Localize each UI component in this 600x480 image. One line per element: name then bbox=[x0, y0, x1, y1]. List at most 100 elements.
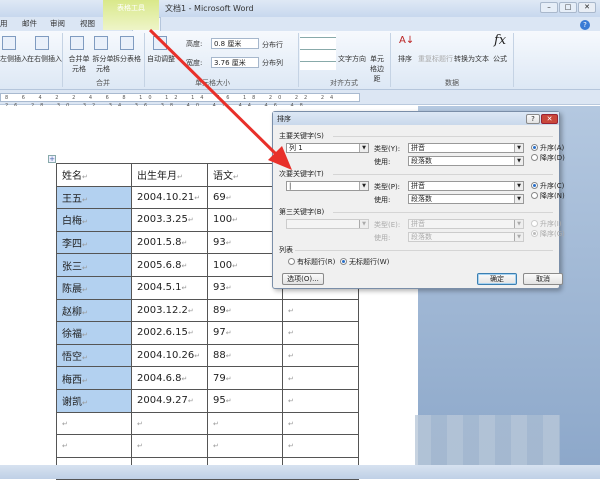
table-cell[interactable]: 王五↵ bbox=[56, 185, 132, 210]
primary-type-select[interactable]: 拼音 ▼ bbox=[408, 143, 524, 153]
tab-review[interactable]: 审阅 bbox=[50, 18, 65, 29]
third-key-select[interactable]: ▼ bbox=[286, 219, 369, 229]
table-cell[interactable]: 2003.12.2↵ bbox=[131, 298, 208, 323]
table-cell[interactable]: 梅西↵ bbox=[56, 366, 132, 390]
paragraph-mark: ↵ bbox=[232, 261, 238, 270]
has-header-radio[interactable] bbox=[288, 258, 295, 265]
distribute-rows-button[interactable]: 分布行 bbox=[262, 40, 283, 50]
distribute-cols-button[interactable]: 分布列 bbox=[262, 58, 283, 68]
cancel-button[interactable]: 取消 bbox=[523, 273, 563, 285]
table-cell[interactable]: 88↵ bbox=[207, 343, 283, 368]
third-type-select[interactable]: 拼音 ▼ bbox=[408, 219, 524, 229]
help-icon[interactable]: ? bbox=[580, 20, 590, 30]
table-cell[interactable]: ↵ bbox=[282, 434, 359, 458]
sort-button[interactable]: 排序 bbox=[398, 54, 412, 64]
table-cell[interactable]: 2004.5.1↵ bbox=[131, 275, 208, 300]
paragraph-mark: ↵ bbox=[82, 308, 88, 317]
primary-descending-radio[interactable] bbox=[531, 154, 538, 161]
width-input[interactable]: 3.76 厘米 bbox=[211, 57, 259, 68]
autofit-button[interactable]: 自动调整 bbox=[147, 54, 175, 64]
table-cell[interactable]: 2003.3.25↵ bbox=[131, 208, 208, 232]
tab-mailings[interactable]: 邮件 bbox=[22, 18, 37, 29]
dialog-help-button[interactable]: ? bbox=[526, 114, 540, 124]
primary-using-select[interactable]: 段落数 ▼ bbox=[408, 156, 524, 166]
table-cell[interactable]: 2004.9.27↵ bbox=[131, 388, 208, 413]
table-cell[interactable]: 2001.5.8↵ bbox=[131, 230, 208, 255]
tab-view[interactable]: 视图 bbox=[80, 18, 95, 29]
primary-ascending-radio[interactable] bbox=[531, 144, 538, 151]
table-cell[interactable]: 李四↵ bbox=[56, 230, 132, 255]
table-move-handle-icon[interactable]: + bbox=[48, 155, 56, 163]
table-cell[interactable]: 谢凯↵ bbox=[56, 388, 132, 413]
table-cell[interactable]: 白梅↵ bbox=[56, 208, 132, 232]
table-cell[interactable]: 赵柳↵ bbox=[56, 298, 132, 323]
table-cell[interactable]: 2004.10.21↵ bbox=[131, 185, 208, 210]
table-cell[interactable]: ↵ bbox=[282, 366, 359, 390]
repeat-header-button[interactable]: 重复标题行 bbox=[418, 54, 453, 64]
secondary-using-select[interactable]: 段落数 ▼ bbox=[408, 194, 524, 204]
table-cell[interactable]: 95↵ bbox=[207, 388, 283, 413]
third-ascending-radio[interactable] bbox=[531, 220, 538, 227]
table-cell[interactable]: 出生年月↵ bbox=[131, 163, 208, 187]
table-cell[interactable]: ↵ bbox=[282, 343, 359, 368]
merge-cells-button[interactable]: 合并单元格 bbox=[66, 54, 92, 74]
table-cell[interactable]: ↵ bbox=[131, 411, 208, 436]
cell-margins-button[interactable]: 单元格边距 bbox=[367, 54, 387, 84]
secondary-type-select[interactable]: 拼音 ▼ bbox=[408, 181, 524, 191]
table-row: 徐福↵ 2002.6.15↵ 97↵ ↵ bbox=[56, 321, 359, 345]
table-row: 梅西↵ 2004.6.8↵ 79↵ ↵ bbox=[56, 366, 359, 390]
table-cell[interactable]: ↵ bbox=[282, 388, 359, 413]
table-cell[interactable]: 徐福↵ bbox=[56, 321, 132, 345]
table-cell[interactable]: 97↵ bbox=[207, 321, 283, 345]
table-cell[interactable]: ↵ bbox=[282, 321, 359, 345]
secondary-key-select[interactable]: | ▼ bbox=[286, 181, 369, 191]
table-cell[interactable]: ↵ bbox=[282, 411, 359, 436]
height-input[interactable]: 0.8 厘米 bbox=[211, 38, 259, 49]
table-cell[interactable]: 2004.10.26↵ bbox=[131, 343, 208, 368]
insert-right-button[interactable]: 在右侧插入 bbox=[27, 54, 62, 64]
table-cell[interactable]: ↵ bbox=[56, 434, 132, 458]
secondary-descending-radio[interactable] bbox=[531, 192, 538, 199]
table-cell[interactable]: 姓名↵ bbox=[56, 163, 132, 187]
close-button[interactable]: ✕ bbox=[578, 2, 596, 13]
text-direction-button[interactable]: 文字方向 bbox=[338, 54, 366, 64]
formula-button[interactable]: 公式 bbox=[493, 54, 507, 64]
table-cell[interactable]: ↵ bbox=[131, 434, 208, 458]
table-cell[interactable]: ↵ bbox=[207, 411, 283, 436]
secondary-ascending-radio[interactable] bbox=[531, 182, 538, 189]
dialog-close-button[interactable]: ✕ bbox=[541, 114, 558, 124]
table-cell[interactable]: 89↵ bbox=[207, 298, 283, 323]
paragraph-mark: ↵ bbox=[181, 261, 188, 270]
table-cell[interactable]: 79↵ bbox=[207, 366, 283, 390]
horizontal-ruler[interactable]: 8 6 4 2 2 4 6 8 10 12 14 16 18 20 22 24 … bbox=[0, 90, 600, 109]
insert-left-button[interactable]: 左侧插入 bbox=[0, 54, 28, 64]
paragraph-mark: ↵ bbox=[288, 329, 294, 338]
third-using-select[interactable]: 段落数 ▼ bbox=[408, 232, 524, 242]
table-cell[interactable]: 陈晨↵ bbox=[56, 275, 132, 300]
table-cell[interactable]: 悟空↵ bbox=[56, 343, 132, 368]
paragraph-mark: ↵ bbox=[194, 352, 201, 361]
table-cell[interactable]: 2004.6.8↵ bbox=[131, 366, 208, 390]
paragraph-mark: ↵ bbox=[137, 442, 143, 451]
maximize-button[interactable]: □ bbox=[559, 2, 577, 13]
table-cell[interactable]: ↵ bbox=[207, 434, 283, 458]
alignment-grid-icons[interactable] bbox=[300, 34, 336, 70]
ok-button[interactable]: 确定 bbox=[477, 273, 517, 285]
options-button[interactable]: 选项(O)... bbox=[282, 273, 324, 285]
tab-start[interactable]: 用 bbox=[0, 18, 8, 29]
no-header-radio[interactable] bbox=[340, 258, 347, 265]
convert-to-text-button[interactable]: 转换为文本 bbox=[454, 54, 489, 64]
formula-fx-icon: fx bbox=[494, 33, 507, 48]
sort-az-icon: A↓ bbox=[399, 35, 415, 46]
table-cell[interactable]: ↵ bbox=[282, 298, 359, 323]
table-cell[interactable]: 张三↵ bbox=[56, 253, 132, 277]
cell-text: 徐福 bbox=[62, 329, 82, 341]
third-descending-radio[interactable] bbox=[531, 230, 538, 237]
table-cell[interactable]: 2005.6.8↵ bbox=[131, 253, 208, 277]
minimize-button[interactable]: – bbox=[540, 2, 558, 13]
table-cell[interactable]: 2002.6.15↵ bbox=[131, 321, 208, 345]
table-cell[interactable]: ↵ bbox=[56, 411, 132, 436]
primary-key-select[interactable]: 列 1 ▼ bbox=[286, 143, 369, 153]
split-table-button[interactable]: 拆分表格 bbox=[113, 54, 141, 64]
paragraph-mark: ↵ bbox=[233, 173, 239, 182]
